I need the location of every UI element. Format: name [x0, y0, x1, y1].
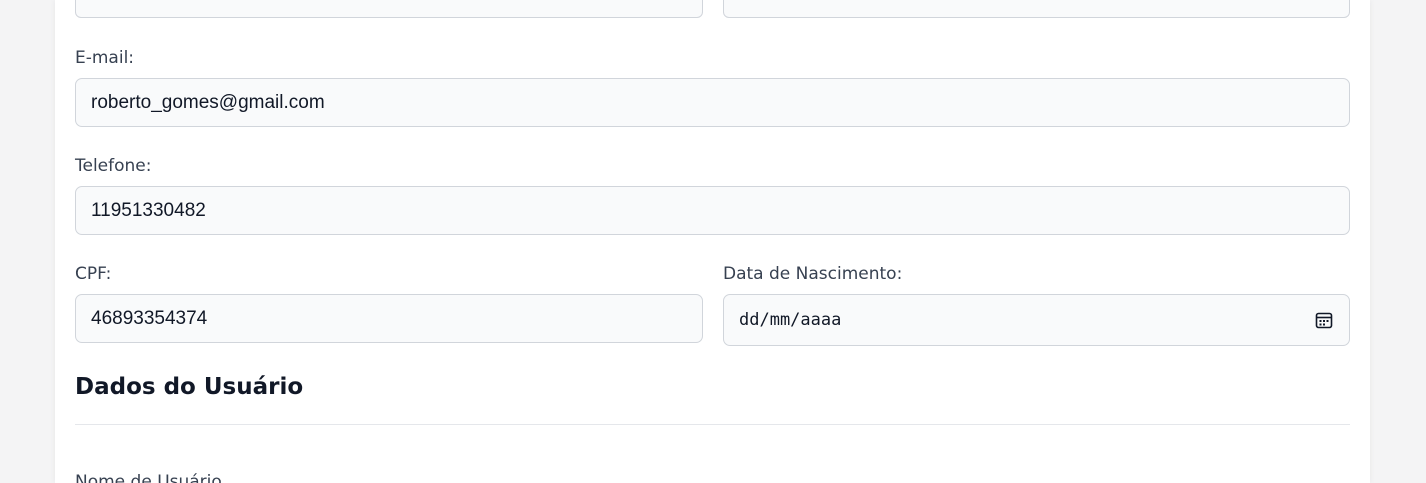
previous-field-right[interactable]	[723, 0, 1350, 18]
phone-label: Telefone:	[75, 156, 152, 176]
section-divider	[75, 424, 1350, 425]
form-card: E-mail: roberto_gomes@gmail.com Telefone…	[55, 0, 1370, 483]
email-value: roberto_gomes@gmail.com	[91, 91, 325, 113]
birthdate-label: Data de Nascimento:	[723, 264, 903, 284]
cpf-value: 46893354374	[91, 307, 208, 329]
previous-field-left[interactable]	[75, 0, 703, 18]
email-label: E-mail:	[75, 48, 135, 68]
calendar-icon[interactable]	[1314, 310, 1334, 330]
phone-value: 11951330482	[91, 199, 206, 221]
cpf-label: CPF:	[75, 264, 112, 284]
cpf-input[interactable]: 46893354374	[75, 294, 703, 343]
username-label: Nome de Usuário	[75, 472, 222, 483]
email-input[interactable]: roberto_gomes@gmail.com	[75, 78, 1350, 127]
birthdate-input[interactable]: dd/mm/aaaa	[723, 294, 1350, 346]
birthdate-placeholder: dd/mm/aaaa	[739, 310, 842, 330]
user-data-section-title: Dados do Usuário	[75, 374, 304, 400]
phone-input[interactable]: 11951330482	[75, 186, 1350, 235]
